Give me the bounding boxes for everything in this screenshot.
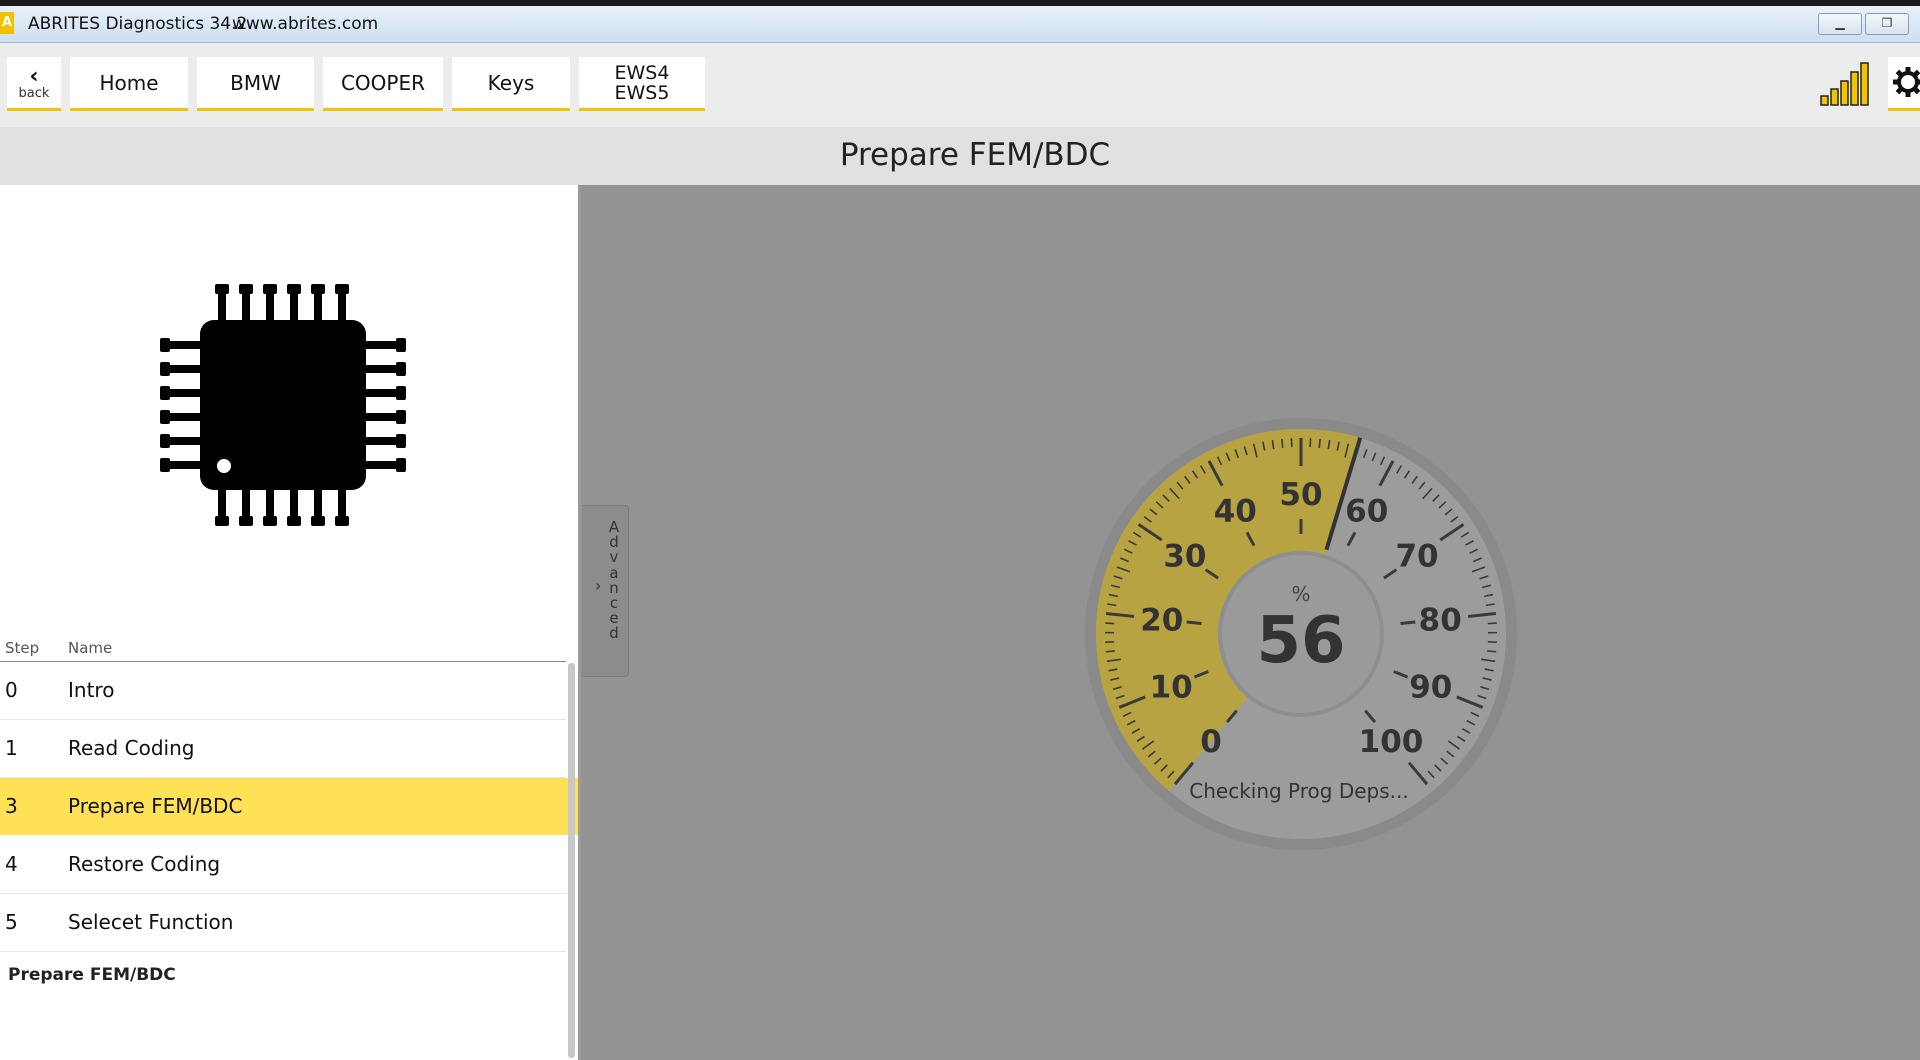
gauge-tick-label: 90 [1409, 669, 1452, 705]
step-name: Read Coding [68, 736, 195, 760]
step-row-intro[interactable]: 0 Intro [0, 662, 566, 720]
advanced-tab-label: Advanced [608, 518, 620, 643]
app-logo-icon: A [0, 12, 14, 34]
chip-icon [160, 284, 406, 526]
minimize-icon: ▁ [1835, 16, 1845, 30]
steps-table-header: Step Name [0, 637, 566, 662]
breadcrumb-home[interactable]: Home [70, 57, 188, 111]
step-number: 3 [5, 794, 18, 818]
gear-icon [1893, 67, 1920, 97]
step-name: Selecet Function [68, 910, 234, 934]
toolbar: ‹ back Home BMW COOPER Keys EWS4 EWS5 [0, 43, 1920, 127]
header-name: Name [68, 639, 113, 657]
gauge-tick-label: 0 [1200, 724, 1222, 760]
breadcrumb-keys[interactable]: Keys [452, 57, 570, 111]
step-row-prepare-fem-bdc[interactable]: 3 Prepare FEM/BDC [0, 778, 580, 835]
signal-bars-icon [1820, 62, 1869, 106]
breadcrumb-cooper[interactable]: COOPER [323, 57, 443, 111]
step-name: Restore Coding [68, 852, 221, 876]
advanced-tab[interactable]: › Advanced [582, 505, 629, 677]
gauge-tick [1281, 438, 1284, 448]
step-number: 1 [5, 736, 18, 760]
gauge-tick-label: 40 [1214, 493, 1257, 529]
back-label: back [18, 85, 50, 101]
back-button[interactable]: ‹ back [7, 57, 61, 111]
chevron-left-icon: ‹ [29, 63, 39, 89]
breadcrumb-ews[interactable]: EWS4 EWS5 [579, 57, 705, 111]
gauge-inner-tick [1400, 620, 1416, 626]
gauge-value: 56 [1256, 604, 1345, 678]
step-number: 0 [5, 678, 18, 702]
gauge-tick [1487, 622, 1497, 625]
step-name: Prepare FEM/BDC [68, 794, 243, 818]
gauge-tick [1105, 622, 1115, 625]
step-number: 4 [5, 852, 18, 876]
gauge-tick-label: 10 [1150, 669, 1193, 705]
chevron-right-icon: › [595, 576, 602, 595]
gauge-tick-label: 80 [1419, 602, 1462, 638]
gauge-tick-label: 30 [1163, 539, 1206, 575]
window-titlebar: A ABRITES Diagnostics 34.2 www.abrites.c… [0, 6, 1920, 43]
breadcrumb-bmw[interactable]: BMW [197, 57, 314, 111]
step-row-restore-coding[interactable]: 4 Restore Coding [0, 836, 566, 894]
gauge-tick-label: 70 [1395, 539, 1438, 575]
gauge-tick-label: 20 [1140, 602, 1183, 638]
window-title: ABRITES Diagnostics 34.2 [28, 14, 248, 34]
breadcrumb-ews-line1: EWS4 [614, 61, 670, 84]
step-number: 5 [5, 910, 18, 934]
steps-panel: Step Name 0 Intro 1 Read Coding 3 Prepar… [0, 185, 581, 1060]
gauge-tick-label: 60 [1345, 493, 1388, 529]
minimize-button[interactable]: ▁ [1818, 13, 1862, 35]
step-description: Prepare FEM/BDC [8, 965, 176, 985]
step-name: Intro [68, 678, 115, 702]
gauge-inner-tick [1186, 620, 1202, 626]
step-row-read-coding[interactable]: 1 Read Coding [0, 720, 566, 778]
restore-button[interactable]: ❐ [1865, 13, 1909, 35]
gauge-unit: % [1291, 582, 1310, 606]
restore-icon: ❐ [1881, 16, 1893, 30]
header-step: Step [5, 639, 40, 657]
step-row-select-function[interactable]: 5 Selecet Function [0, 894, 566, 952]
gauge-tick-label: 50 [1279, 477, 1322, 513]
page-title: Prepare FEM/BDC [839, 137, 1111, 173]
settings-button[interactable] [1888, 57, 1920, 111]
progress-panel: › Advanced 0 10 20 30 40 50 60 70 80 90 100 % 56 C… [581, 185, 1920, 1060]
page-title-bar: Prepare FEM/BDC [0, 127, 1920, 185]
gauge-tick [1487, 650, 1497, 653]
window-url: www.abrites.com [232, 14, 379, 34]
gauge-tick [1318, 438, 1321, 448]
gauge-status: Checking Prog Deps... [1189, 779, 1409, 803]
steps-scrollbar[interactable] [568, 663, 575, 1058]
gauge-tick-label: 100 [1359, 724, 1424, 760]
gauge-tick [1105, 650, 1115, 653]
breadcrumb-ews-line2: EWS5 [614, 81, 670, 104]
